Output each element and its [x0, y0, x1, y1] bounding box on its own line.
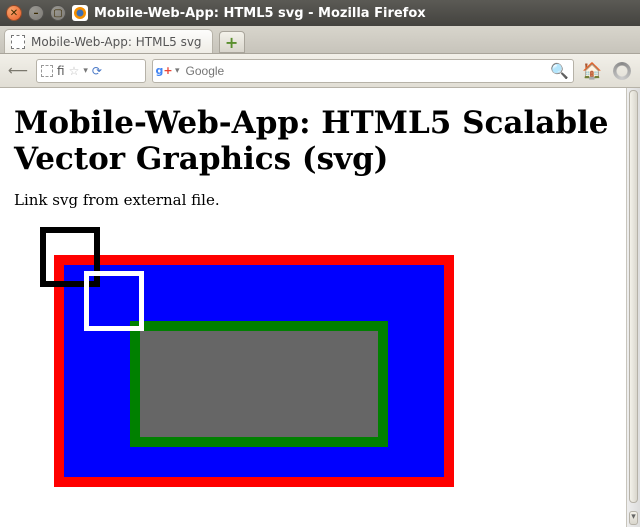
search-input[interactable]: [184, 63, 547, 79]
navigation-toolbar: ⟵ fi ☆ ▾ ⟳ g+ ▾ 🔍 🏠: [0, 54, 640, 88]
home-button[interactable]: 🏠: [580, 59, 604, 83]
vertical-scrollbar[interactable]: ▾: [626, 88, 640, 527]
google-icon: g+: [157, 64, 171, 78]
window-titlebar: ✕ – ▢ Mobile-Web-App: HTML5 svg - Mozill…: [0, 0, 640, 26]
activity-indicator: [610, 59, 634, 83]
svg-graphic: [40, 227, 470, 507]
page-paragraph: Link svg from external file.: [14, 191, 626, 209]
throbber-icon: [613, 62, 631, 80]
arrow-left-icon: ⟵: [8, 63, 28, 79]
tab-active[interactable]: Mobile-Web-App: HTML5 svg: [4, 29, 213, 53]
window-maximize-button[interactable]: ▢: [50, 5, 66, 21]
identity-icon: [41, 65, 53, 77]
page-heading: Mobile-Web-App: HTML5 Scalable Vector Gr…: [14, 106, 626, 177]
url-dropdown-icon[interactable]: ▾: [83, 66, 88, 76]
page-favicon: [11, 35, 25, 49]
svg-rect-gray: [140, 331, 378, 437]
tab-label: Mobile-Web-App: HTML5 svg: [31, 35, 202, 49]
search-bar[interactable]: g+ ▾ 🔍: [152, 59, 574, 83]
url-text: fi: [57, 64, 65, 78]
reload-icon[interactable]: ⟳: [92, 64, 102, 78]
scrollbar-down-button[interactable]: ▾: [629, 511, 638, 525]
url-bar[interactable]: fi ☆ ▾ ⟳: [36, 59, 146, 83]
browser-viewport: ▾ Mobile-Web-App: HTML5 Scalable Vector …: [0, 88, 640, 527]
search-icon[interactable]: 🔍: [550, 62, 569, 80]
window-minimize-button[interactable]: –: [28, 5, 44, 21]
home-icon: 🏠: [582, 61, 602, 80]
svg-rect-white-outline: [84, 271, 144, 331]
bookmark-star-icon[interactable]: ☆: [69, 64, 80, 78]
new-tab-button[interactable]: +: [219, 31, 245, 53]
window-title: Mobile-Web-App: HTML5 svg - Mozilla Fire…: [94, 6, 426, 21]
back-button[interactable]: ⟵: [6, 59, 30, 83]
scrollbar-thumb[interactable]: [629, 90, 638, 503]
firefox-icon: [72, 5, 88, 21]
page-content: Mobile-Web-App: HTML5 Scalable Vector Gr…: [0, 88, 640, 513]
plus-icon: +: [225, 33, 238, 52]
search-engine-dropdown-icon[interactable]: ▾: [175, 66, 180, 76]
tab-strip: Mobile-Web-App: HTML5 svg +: [0, 26, 640, 54]
window-close-button[interactable]: ✕: [6, 5, 22, 21]
